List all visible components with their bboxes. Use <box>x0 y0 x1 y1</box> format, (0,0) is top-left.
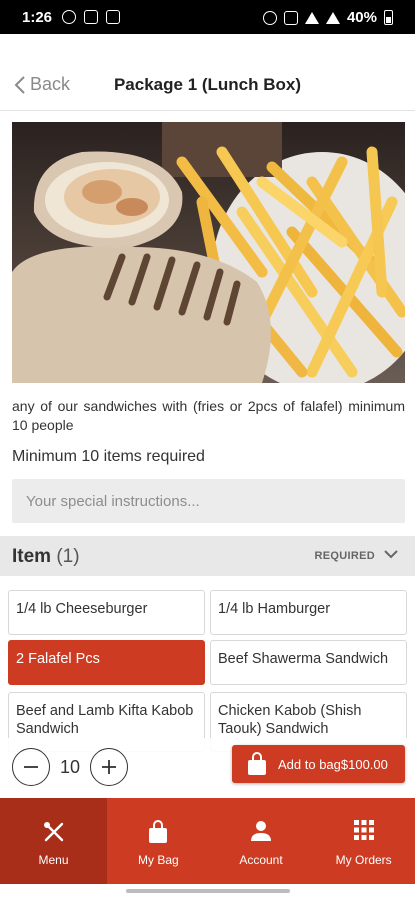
nav-my-bag[interactable]: My Bag <box>107 798 210 884</box>
quantity-value: 10 <box>59 757 81 777</box>
section-title: Item (1) <box>12 546 80 567</box>
chevron-down-icon <box>384 550 398 559</box>
option-hamburger[interactable]: 1/4 lb Hamburger <box>210 590 407 635</box>
signal-icon <box>325 11 340 24</box>
item-section-header[interactable]: Item (1) REQUIRED <box>0 536 415 576</box>
notification-icons <box>62 10 120 24</box>
plus-icon <box>102 760 116 774</box>
nav-menu[interactable]: Menu <box>0 798 107 884</box>
person-icon <box>251 821 271 841</box>
volte-icon <box>283 10 298 25</box>
option-cheeseburger[interactable]: 1/4 lb Cheeseburger <box>8 590 205 635</box>
app-header: Back Package 1 (Lunch Box) <box>0 34 415 111</box>
page-title: Package 1 (Lunch Box) <box>113 75 302 94</box>
minus-icon <box>24 766 38 768</box>
add-to-bag-label: Add to bag$100.00 <box>278 756 388 772</box>
battery-icon <box>384 10 393 25</box>
required-label: REQUIRED <box>314 550 375 562</box>
minimum-requirement: Minimum 10 items required <box>12 448 205 465</box>
alarm-icon <box>262 10 277 25</box>
option-falafel[interactable]: 2 Falafel Pcs <box>8 640 205 685</box>
section-count: (1) <box>56 546 80 567</box>
system-icons: 40% <box>262 9 393 26</box>
nav-my-orders-label: My Orders <box>335 853 392 867</box>
home-indicator[interactable] <box>126 889 290 893</box>
add-to-bag-button[interactable]: Add to bag$100.00 <box>232 745 405 783</box>
bottom-nav: Menu My Bag Account My Orders <box>0 798 415 884</box>
shopping-bag-icon <box>149 820 168 843</box>
grid-icon <box>353 820 374 840</box>
nav-account[interactable]: Account <box>210 798 313 884</box>
nav-account-label: Account <box>239 853 283 867</box>
food-photo <box>12 122 405 383</box>
nav-my-bag-label: My Bag <box>137 853 179 867</box>
battery-percent: 40% <box>346 9 377 26</box>
shopping-bag-icon <box>248 752 266 775</box>
calendar-icon <box>84 10 98 24</box>
product-image <box>12 122 405 383</box>
status-bar: 1:26 40% <box>0 0 415 34</box>
nav-menu-label: Menu <box>38 853 69 867</box>
app-notification-icon <box>62 10 76 24</box>
image-icon <box>106 10 120 24</box>
nav-my-orders[interactable]: My Orders <box>312 798 415 884</box>
fork-knife-icon <box>43 822 63 842</box>
increase-quantity-button[interactable] <box>90 748 128 786</box>
decrease-quantity-button[interactable] <box>12 748 50 786</box>
product-description: any of our sandwiches with (fries or 2pc… <box>12 398 405 433</box>
wifi-icon <box>304 11 319 24</box>
special-instructions-input[interactable] <box>12 479 405 523</box>
status-time: 1:26 <box>22 9 53 26</box>
option-beef-shawerma[interactable]: Beef Shawerma Sandwich <box>210 640 407 685</box>
gesture-bar <box>0 884 415 900</box>
